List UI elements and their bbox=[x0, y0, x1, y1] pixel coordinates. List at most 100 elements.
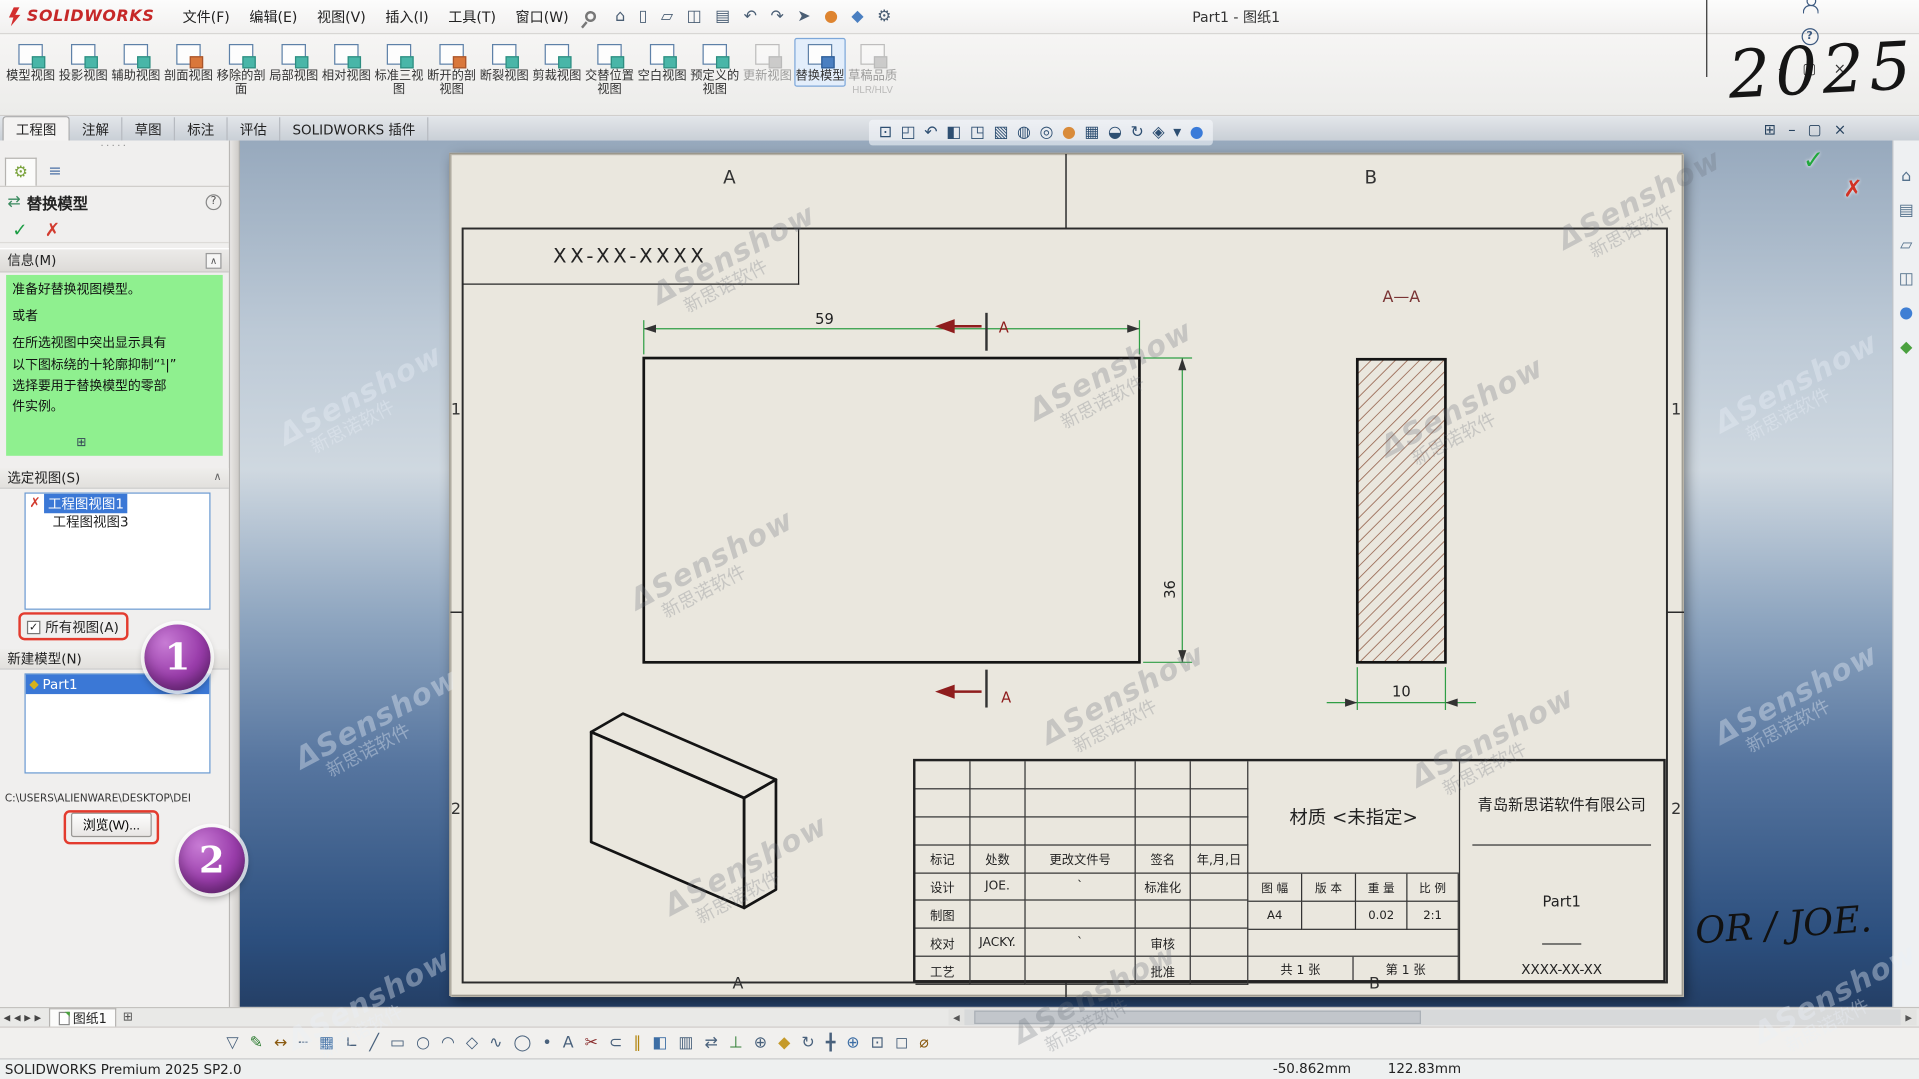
caret-down-icon[interactable]: ▾ bbox=[1173, 123, 1181, 141]
home-icon[interactable]: ⌂ bbox=[615, 7, 625, 25]
undo-icon[interactable]: ↶ bbox=[744, 7, 757, 25]
dim-text-36[interactable]: 36 bbox=[1162, 580, 1179, 599]
view-palette-icon[interactable]: ◫ bbox=[1899, 270, 1914, 288]
quick-snaps-icon[interactable]: ◆ bbox=[778, 1034, 790, 1052]
ribbon-auxiliary-view-button[interactable]: 辅助视图 bbox=[110, 38, 161, 87]
appearances-icon[interactable]: ● bbox=[1899, 304, 1913, 322]
linear-pattern-icon[interactable]: ▥ bbox=[678, 1034, 693, 1052]
front-view[interactable] bbox=[644, 358, 1140, 662]
smart-dimension-icon[interactable]: ↔ bbox=[274, 1034, 287, 1052]
panel-resize-grip[interactable]: ····· bbox=[0, 141, 229, 156]
user-account-icon[interactable] bbox=[1800, 0, 1818, 13]
ribbon-standard-3view-button[interactable]: 标准三视图 bbox=[373, 38, 424, 101]
move-entities-icon[interactable]: ⇄ bbox=[704, 1034, 717, 1052]
graphics-area[interactable]: 59 A A bbox=[240, 141, 1892, 1007]
zoom-fit-icon[interactable]: ⊡ bbox=[871, 1034, 884, 1052]
first-sheet-icon[interactable]: ◀ bbox=[4, 1012, 11, 1022]
view-settings-icon[interactable]: ◒ bbox=[1108, 123, 1122, 141]
ribbon-predefined-view-button[interactable]: 预定义的视图 bbox=[689, 38, 740, 101]
3d-view-icon[interactable]: ◈ bbox=[1152, 123, 1164, 141]
ribbon-alternate-position-button[interactable]: 交替位置视图 bbox=[584, 38, 635, 101]
wireframe-icon[interactable]: ◻ bbox=[895, 1034, 908, 1052]
polygon-icon[interactable]: ◇ bbox=[466, 1034, 478, 1052]
ribbon-crop-view-button[interactable]: 剪裁视图 bbox=[531, 38, 582, 87]
pan-icon[interactable]: ╋ bbox=[826, 1034, 836, 1052]
scroll-right-icon[interactable]: ▶ bbox=[1901, 1009, 1917, 1025]
select-filter-icon[interactable]: ▽ bbox=[226, 1034, 238, 1052]
ribbon-detail-view-button[interactable]: 局部视图 bbox=[268, 38, 319, 87]
ribbon-projected-view-button[interactable]: 投影视图 bbox=[58, 38, 109, 87]
menu-edit[interactable]: 编辑(E) bbox=[241, 4, 306, 28]
zoom-in-icon[interactable]: ⊕ bbox=[846, 1034, 859, 1052]
list-item[interactable]: 工程图视图3 bbox=[26, 512, 210, 530]
arc-icon[interactable]: ◠ bbox=[441, 1034, 455, 1052]
ribbon-relative-view-button[interactable]: 相对视图 bbox=[321, 38, 372, 87]
rectangle-icon[interactable]: ▭ bbox=[390, 1034, 405, 1052]
tab-evaluate[interactable]: 评估 bbox=[228, 117, 281, 140]
ribbon-empty-view-button[interactable]: 空白视图 bbox=[636, 38, 687, 87]
ribbon-break-view-button[interactable]: 断裂视图 bbox=[479, 38, 530, 87]
tab-annotation[interactable]: 注解 bbox=[70, 117, 123, 140]
display-relations-icon[interactable]: ⊥ bbox=[729, 1034, 743, 1052]
rotate-view-icon[interactable]: ↻ bbox=[1130, 123, 1143, 141]
view-orientation-icon[interactable]: ▧ bbox=[993, 123, 1008, 141]
ribbon-removed-section-button[interactable]: 移除的剖面 bbox=[215, 38, 266, 101]
dim-text-59[interactable]: 59 bbox=[815, 311, 834, 328]
help-icon[interactable]: ? bbox=[206, 194, 222, 210]
edit-appearance-icon[interactable]: ● bbox=[1062, 123, 1076, 141]
zoom-fit-icon[interactable]: ⊡ bbox=[879, 123, 892, 141]
cancel-button[interactable]: ✗ bbox=[45, 218, 60, 240]
ribbon-replace-model-button[interactable]: 替换模型 bbox=[794, 38, 845, 87]
scrollbar-thumb[interactable] bbox=[974, 1011, 1421, 1024]
taskpane-home-icon[interactable]: ⌂ bbox=[1901, 167, 1911, 185]
ok-button[interactable]: ✓ bbox=[12, 218, 27, 240]
previous-view-icon[interactable]: ↶ bbox=[924, 123, 937, 141]
hide-show-icon[interactable]: ◎ bbox=[1040, 123, 1054, 141]
menu-insert[interactable]: 插入(I) bbox=[377, 4, 437, 28]
add-sheet-button[interactable]: ⊞ bbox=[123, 1011, 133, 1024]
centerline-icon[interactable]: ┄ bbox=[298, 1034, 308, 1052]
file-explorer-icon[interactable]: ▱ bbox=[1900, 236, 1912, 254]
section-view-icon[interactable]: ◧ bbox=[946, 123, 961, 141]
trim-entities-icon[interactable]: ✂ bbox=[585, 1034, 598, 1052]
menu-window[interactable]: 窗口(W) bbox=[507, 4, 577, 28]
confirm-cancel-button[interactable]: ✗ bbox=[1843, 176, 1862, 203]
open-file-icon[interactable]: ▱ bbox=[661, 7, 673, 25]
isometric-view[interactable] bbox=[591, 714, 776, 908]
dim-text-10[interactable]: 10 bbox=[1392, 684, 1411, 701]
close-window-icon[interactable]: × bbox=[1834, 121, 1846, 138]
selected-views-list[interactable]: ✗ 工程图视图1 工程图视图3 bbox=[24, 492, 210, 609]
view-item-selected[interactable]: 工程图视图1 bbox=[44, 493, 127, 513]
menu-view[interactable]: 视图(V) bbox=[308, 4, 374, 28]
checkbox-checked-icon[interactable]: ✓ bbox=[27, 620, 40, 633]
convert-entities-icon[interactable]: ⊂ bbox=[609, 1034, 622, 1052]
print-icon[interactable]: ▤ bbox=[715, 7, 730, 25]
minimize-window-icon[interactable]: – bbox=[1788, 121, 1795, 138]
tab-addins[interactable]: SOLIDWORKS 插件 bbox=[280, 117, 429, 140]
sketch-entities-icon[interactable]: ◆ bbox=[851, 7, 863, 25]
apply-scene-icon[interactable]: ▦ bbox=[1084, 123, 1099, 141]
redo-icon[interactable]: ↷ bbox=[770, 7, 783, 25]
chevron-up-icon[interactable]: ∧ bbox=[213, 472, 221, 484]
section-view[interactable] bbox=[1357, 359, 1445, 662]
scrollbar-track[interactable] bbox=[964, 1009, 1900, 1025]
last-sheet-icon[interactable]: ▶ bbox=[34, 1012, 41, 1022]
menu-file[interactable]: 文件(F) bbox=[174, 4, 238, 28]
spline-icon[interactable]: ∿ bbox=[489, 1034, 502, 1052]
ellipse-icon[interactable]: ◯ bbox=[514, 1034, 532, 1052]
ribbon-section-view-button[interactable]: 剖面视图 bbox=[163, 38, 214, 87]
circle-icon[interactable]: ○ bbox=[416, 1034, 430, 1052]
restore-window-icon[interactable]: ▢ bbox=[1808, 121, 1822, 138]
remove-view-icon[interactable]: ✗ bbox=[29, 495, 40, 511]
ribbon-model-view-button[interactable]: 模型视图 bbox=[5, 38, 56, 87]
rotate-view-icon[interactable]: ↻ bbox=[801, 1034, 814, 1052]
select-icon[interactable]: ➤ bbox=[797, 7, 810, 25]
grid-icon[interactable]: ▦ bbox=[319, 1034, 334, 1052]
dock-window-icon[interactable]: ⊞ bbox=[1764, 121, 1776, 138]
sheet-tab-active[interactable]: 图纸1 bbox=[48, 1008, 116, 1026]
ribbon-broken-out-section-button[interactable]: 断开的剖视图 bbox=[426, 38, 477, 101]
tab-sketch[interactable]: 草图 bbox=[122, 117, 175, 140]
render-tools-icon[interactable]: ● bbox=[824, 7, 838, 25]
point-icon[interactable]: • bbox=[542, 1034, 551, 1052]
annotation-view-icon[interactable]: ◳ bbox=[970, 123, 985, 141]
